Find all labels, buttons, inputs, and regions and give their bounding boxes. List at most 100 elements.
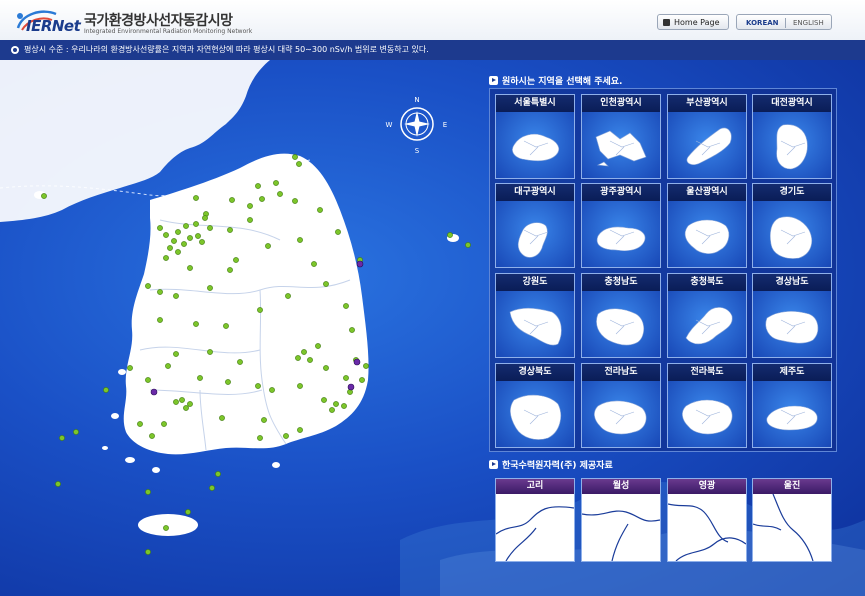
monitoring-station-dot[interactable] bbox=[283, 433, 289, 439]
monitoring-station-dot[interactable] bbox=[207, 285, 213, 291]
monitoring-station-dot[interactable] bbox=[161, 421, 167, 427]
monitoring-station-dot[interactable] bbox=[465, 242, 471, 248]
monitoring-station-dot[interactable] bbox=[199, 239, 205, 245]
monitoring-station-dot[interactable] bbox=[237, 359, 243, 365]
lang-english-link[interactable]: ENGLISH bbox=[793, 15, 824, 31]
nuclear-card[interactable]: 고리 bbox=[495, 478, 575, 562]
region-card[interactable]: 경상남도 bbox=[752, 273, 832, 358]
monitoring-station-dot[interactable] bbox=[233, 257, 239, 263]
monitoring-station-dot[interactable] bbox=[145, 489, 151, 495]
monitoring-station-dot[interactable] bbox=[227, 227, 233, 233]
monitoring-station-dot[interactable] bbox=[55, 481, 61, 487]
monitoring-station-dot[interactable] bbox=[209, 485, 215, 491]
monitoring-station-dot[interactable] bbox=[103, 387, 109, 393]
monitoring-station-dot[interactable] bbox=[225, 379, 231, 385]
monitoring-station-dot[interactable] bbox=[255, 383, 261, 389]
monitoring-station-dot[interactable] bbox=[359, 377, 365, 383]
region-card[interactable]: 대전광역시 bbox=[752, 94, 832, 179]
monitoring-station-dot[interactable] bbox=[257, 307, 263, 313]
nuclear-card[interactable]: 영광 bbox=[667, 478, 747, 562]
monitoring-station-dot[interactable] bbox=[247, 203, 253, 209]
monitoring-station-dot[interactable] bbox=[137, 421, 143, 427]
site-logo[interactable]: IERNet 국가환경방사선자동감시망 Integrated Environme… bbox=[8, 4, 308, 38]
monitoring-station-dot[interactable] bbox=[333, 401, 339, 407]
region-card[interactable]: 전라북도 bbox=[667, 363, 747, 448]
monitoring-station-dot[interactable] bbox=[207, 349, 213, 355]
monitoring-station-dot[interactable] bbox=[227, 267, 233, 273]
monitoring-station-dot[interactable] bbox=[73, 429, 79, 435]
monitoring-station-dot[interactable] bbox=[163, 525, 169, 531]
monitoring-station-dot[interactable] bbox=[187, 235, 193, 241]
monitoring-station-dot[interactable] bbox=[165, 363, 171, 369]
home-page-button[interactable]: Home Page bbox=[657, 14, 729, 30]
monitoring-station-dot[interactable] bbox=[307, 357, 313, 363]
monitoring-station-dot[interactable] bbox=[183, 223, 189, 229]
monitoring-station-dot[interactable] bbox=[145, 283, 151, 289]
monitoring-station-dot[interactable] bbox=[145, 377, 151, 383]
monitoring-station-dot[interactable] bbox=[163, 255, 169, 261]
monitoring-station-dot[interactable] bbox=[175, 249, 181, 255]
monitoring-station-dot[interactable] bbox=[59, 435, 65, 441]
monitoring-station-dot[interactable] bbox=[296, 161, 302, 167]
monitoring-station-dot[interactable] bbox=[215, 471, 221, 477]
monitoring-station-dot[interactable] bbox=[259, 196, 265, 202]
monitoring-station-dot[interactable] bbox=[179, 397, 185, 403]
monitoring-station-dot[interactable] bbox=[195, 233, 201, 239]
monitoring-station-dot[interactable] bbox=[223, 323, 229, 329]
monitoring-station-dot[interactable] bbox=[171, 238, 177, 244]
monitoring-station-dot[interactable] bbox=[173, 293, 179, 299]
monitoring-station-dot[interactable] bbox=[292, 154, 298, 160]
region-card[interactable]: 서울특별시 bbox=[495, 94, 575, 179]
monitoring-station-dot[interactable] bbox=[311, 261, 317, 267]
monitoring-station-dot[interactable] bbox=[297, 427, 303, 433]
monitoring-station-dot[interactable] bbox=[329, 407, 335, 413]
monitoring-station-dot[interactable] bbox=[41, 193, 47, 199]
monitoring-station-dot[interactable] bbox=[277, 191, 283, 197]
region-card[interactable]: 강원도 bbox=[495, 273, 575, 358]
region-card[interactable]: 울산광역시 bbox=[667, 183, 747, 268]
nuclear-card[interactable]: 울진 bbox=[752, 478, 832, 562]
monitoring-station-dot[interactable] bbox=[261, 417, 267, 423]
monitoring-station-dot[interactable] bbox=[317, 207, 323, 213]
monitoring-station-dot[interactable] bbox=[219, 415, 225, 421]
monitoring-station-dot[interactable] bbox=[187, 265, 193, 271]
region-card[interactable]: 충청북도 bbox=[667, 273, 747, 358]
monitoring-station-dot[interactable] bbox=[193, 195, 199, 201]
region-card[interactable]: 전라남도 bbox=[581, 363, 661, 448]
monitoring-station-dot[interactable] bbox=[343, 375, 349, 381]
monitoring-station-dot[interactable] bbox=[447, 232, 453, 238]
monitoring-station-dot[interactable] bbox=[183, 405, 189, 411]
region-card[interactable]: 대구광역시 bbox=[495, 183, 575, 268]
monitoring-station-dot[interactable] bbox=[247, 217, 253, 223]
monitoring-station-dot[interactable] bbox=[175, 229, 181, 235]
region-card[interactable]: 부산광역시 bbox=[667, 94, 747, 179]
region-card[interactable]: 인천광역시 bbox=[581, 94, 661, 179]
monitoring-station-dot[interactable] bbox=[185, 509, 191, 515]
monitoring-station-dot[interactable] bbox=[157, 289, 163, 295]
monitoring-station-dot[interactable] bbox=[341, 403, 347, 409]
monitoring-station-dot[interactable] bbox=[315, 343, 321, 349]
monitoring-station-dot[interactable] bbox=[255, 183, 261, 189]
monitoring-station-dot[interactable] bbox=[163, 232, 169, 238]
monitoring-station-dot[interactable] bbox=[343, 303, 349, 309]
nuclear-plant-dot[interactable] bbox=[347, 383, 355, 391]
monitoring-station-dot[interactable] bbox=[157, 225, 163, 231]
monitoring-station-dot[interactable] bbox=[292, 198, 298, 204]
monitoring-station-dot[interactable] bbox=[295, 355, 301, 361]
monitoring-station-dot[interactable] bbox=[157, 317, 163, 323]
monitoring-station-dot[interactable] bbox=[193, 221, 199, 227]
lang-korean-link[interactable]: KOREAN bbox=[746, 15, 779, 31]
region-card[interactable]: 광주광역시 bbox=[581, 183, 661, 268]
monitoring-station-dot[interactable] bbox=[297, 237, 303, 243]
region-card[interactable]: 경기도 bbox=[752, 183, 832, 268]
region-card[interactable]: 충청남도 bbox=[581, 273, 661, 358]
monitoring-station-dot[interactable] bbox=[269, 387, 275, 393]
monitoring-station-dot[interactable] bbox=[187, 401, 193, 407]
nuclear-plant-dot[interactable] bbox=[150, 388, 158, 396]
monitoring-station-dot[interactable] bbox=[257, 435, 263, 441]
monitoring-station-dot[interactable] bbox=[265, 243, 271, 249]
monitoring-station-dot[interactable] bbox=[297, 383, 303, 389]
region-card[interactable]: 제주도 bbox=[752, 363, 832, 448]
monitoring-station-dot[interactable] bbox=[207, 225, 213, 231]
monitoring-station-dot[interactable] bbox=[173, 351, 179, 357]
